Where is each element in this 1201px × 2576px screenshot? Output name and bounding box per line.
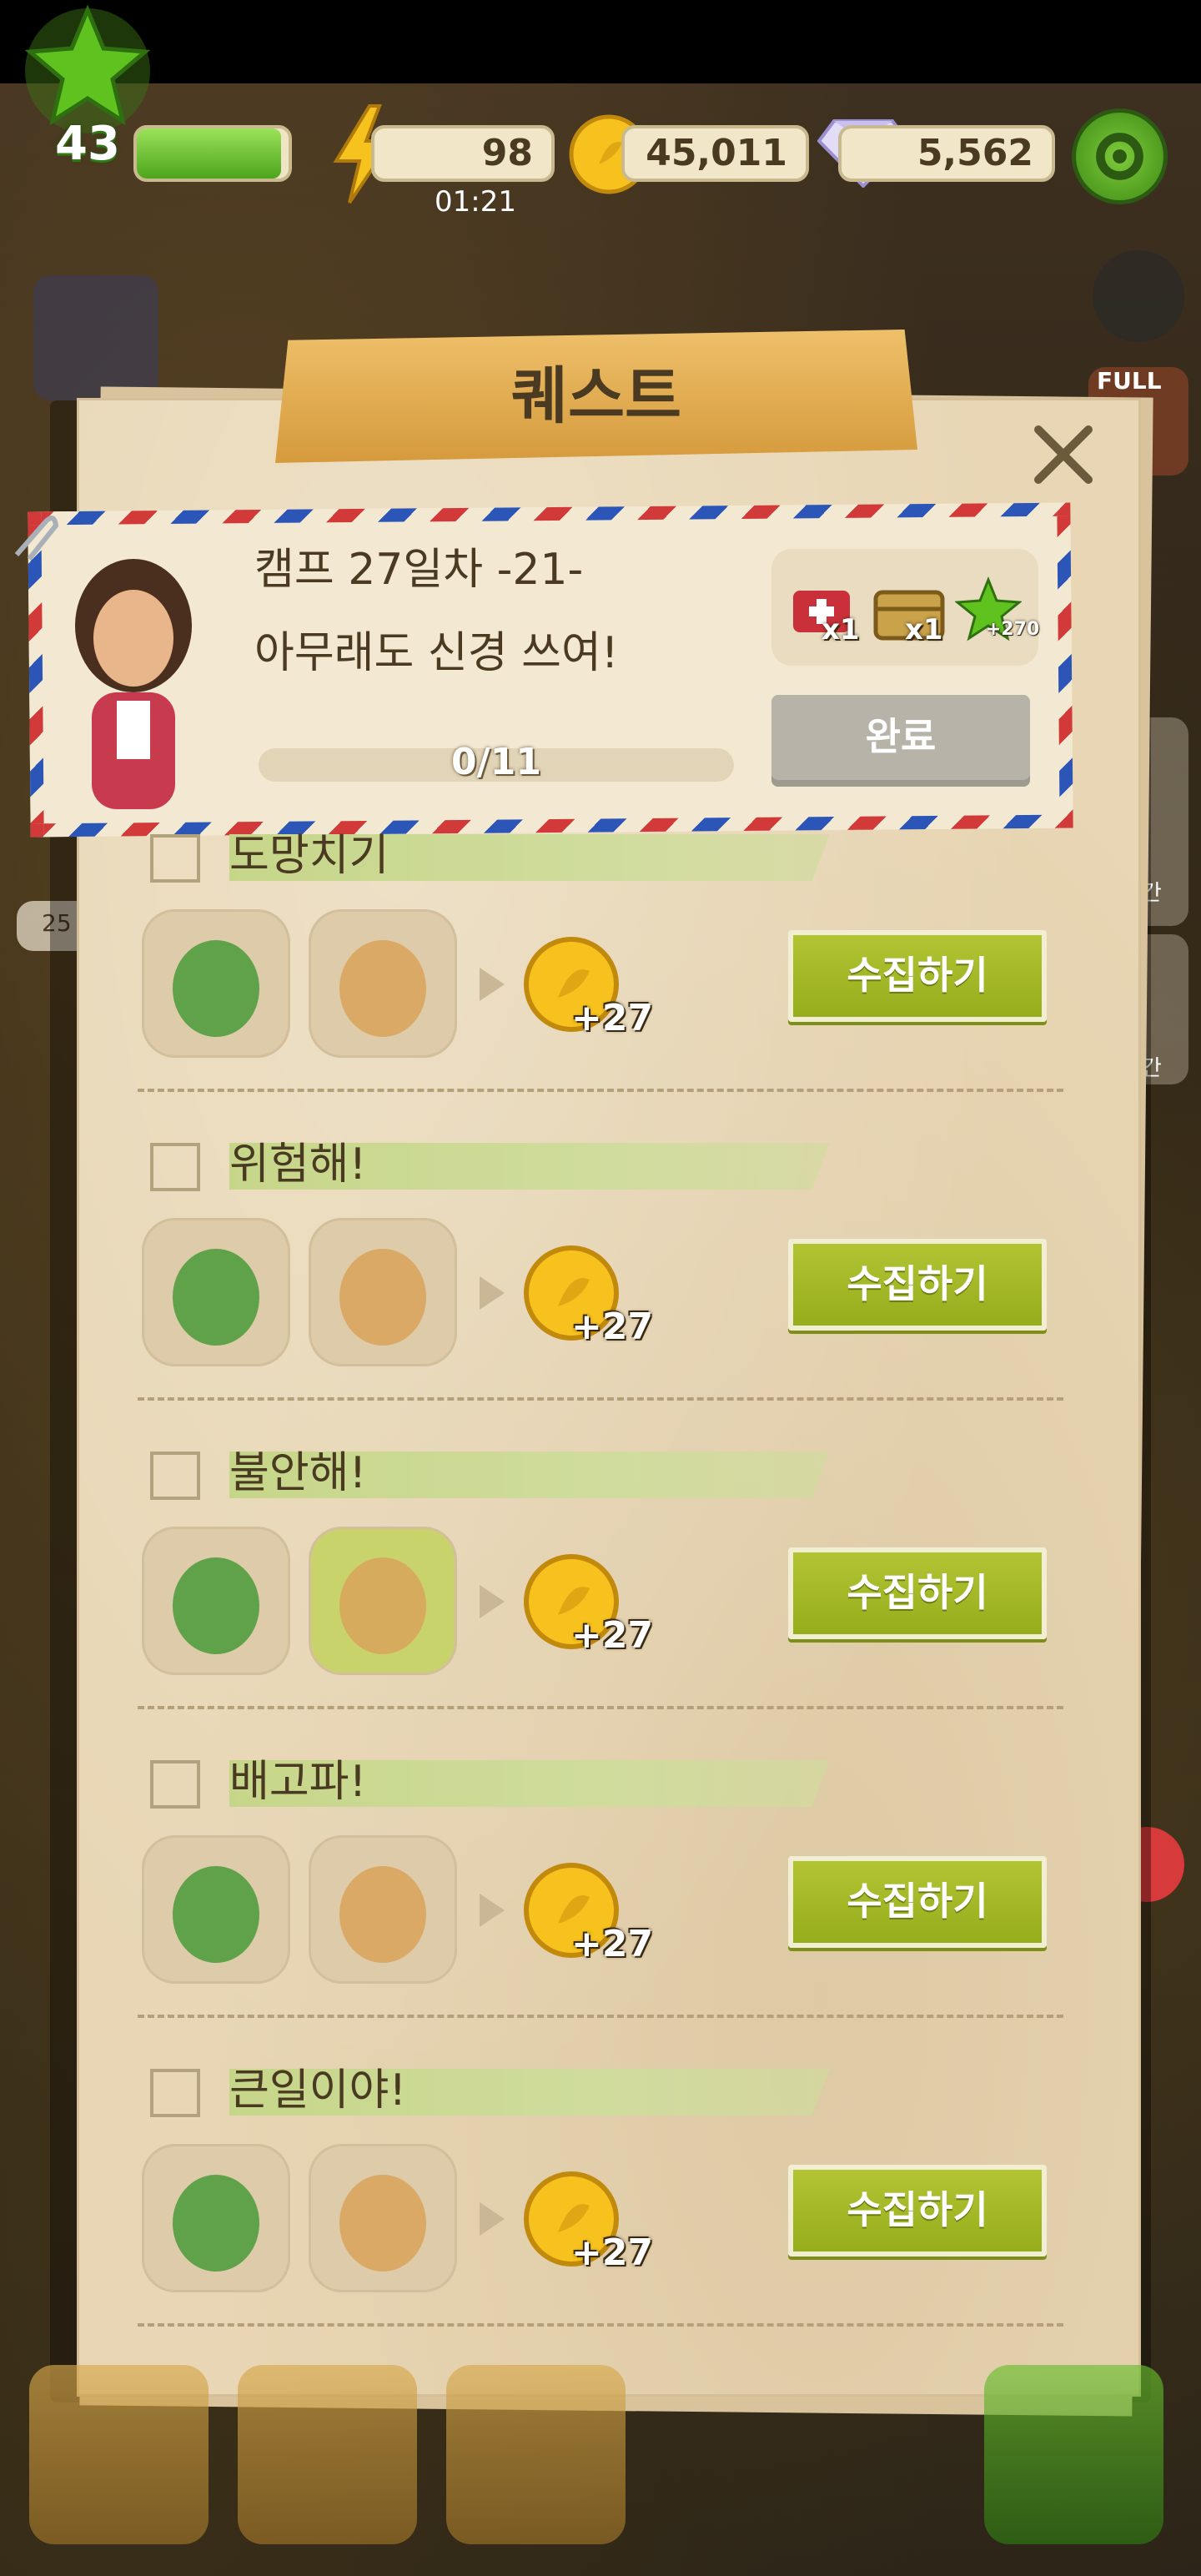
reward-3-amount: +270 xyxy=(986,619,1040,640)
mayo-jar-icon[interactable] xyxy=(309,1835,457,1984)
item-graphic xyxy=(173,2175,259,2272)
collect-button[interactable]: 수집하기 xyxy=(788,1239,1047,1331)
nav-book-button[interactable] xyxy=(446,2365,626,2544)
collect-button[interactable]: 수집하기 xyxy=(788,2165,1047,2257)
task-divider xyxy=(138,2323,1063,2327)
gear-icon xyxy=(1096,133,1143,180)
task-checkbox[interactable] xyxy=(150,834,200,883)
task-row: 도망치기 +27 수집하기 xyxy=(79,831,1138,1143)
coin-reward-amount: +27 xyxy=(571,1923,654,1965)
coin-reward-amount: +27 xyxy=(571,1306,654,1348)
energy-timer: 01:21 xyxy=(435,185,516,219)
wheelchair-icon[interactable] xyxy=(142,1218,290,1366)
nav-refresh-button[interactable] xyxy=(984,2365,1163,2544)
item-graphic xyxy=(173,1249,259,1346)
collect-button[interactable]: 수집하기 xyxy=(788,1547,1047,1639)
item-graphic xyxy=(173,1866,259,1963)
food-bowl-icon[interactable] xyxy=(142,1835,290,1984)
item-graphic xyxy=(339,1866,426,1963)
arrow-icon xyxy=(475,2198,509,2240)
complete-button[interactable]: 완료 xyxy=(771,695,1030,787)
coin-counter[interactable]: 45,011 xyxy=(621,125,809,182)
no-ads-icon[interactable] xyxy=(1093,250,1184,342)
item-graphic xyxy=(339,1249,426,1346)
arrow-icon xyxy=(475,1581,509,1623)
event-card-icon[interactable] xyxy=(33,275,158,400)
energy-counter[interactable]: 98 xyxy=(371,125,555,182)
coin-reward-amount: +27 xyxy=(571,2231,654,2274)
task-name: 큰일이야! xyxy=(229,2065,407,2116)
item-graphic xyxy=(339,940,426,1037)
task-row: 위험해! +27 수집하기 xyxy=(79,1140,1138,1452)
item-graphic xyxy=(339,1557,426,1654)
quest-title: 캠프 27일차 -21- xyxy=(254,545,584,595)
task-divider xyxy=(138,1706,1063,1709)
defibrillator-icon[interactable] xyxy=(309,2144,457,2292)
level-number: 43 xyxy=(55,117,120,171)
xp-progress-bar xyxy=(133,125,292,182)
item-graphic xyxy=(173,940,259,1037)
coconut-icon[interactable] xyxy=(309,1218,457,1366)
coin-reward-amount: +27 xyxy=(571,1614,654,1657)
green-cast-icon[interactable] xyxy=(142,909,290,1058)
close-icon[interactable] xyxy=(1026,417,1101,492)
task-name: 위험해! xyxy=(229,1140,367,1190)
xp-progress-fill xyxy=(137,128,281,179)
iv-bag-icon[interactable] xyxy=(142,2144,290,2292)
task-row: 배고파! +27 수집하기 xyxy=(79,1757,1138,2069)
collect-button[interactable]: 수집하기 xyxy=(788,1856,1047,1948)
panel-title: 퀘스트 xyxy=(510,360,682,432)
gem-counter[interactable]: 5,562 xyxy=(838,125,1055,182)
quest-progress-text: 0/11 xyxy=(451,741,541,783)
task-divider xyxy=(138,2015,1063,2018)
nav-inventory-button[interactable] xyxy=(238,2365,417,2544)
task-checkbox[interactable] xyxy=(150,1760,200,1809)
arrow-icon xyxy=(475,1272,509,1314)
item-graphic xyxy=(173,1557,259,1654)
task-name: 불안해! xyxy=(229,1448,367,1498)
coin-reward-amount: +27 xyxy=(571,997,654,1039)
item-graphic xyxy=(339,2175,426,2272)
task-row: 불안해! +27 수집하기 xyxy=(79,1448,1138,1760)
settings-gear-icon[interactable] xyxy=(1072,108,1168,204)
sprayer-bulb-icon[interactable] xyxy=(309,909,457,1058)
status-bar xyxy=(0,0,1201,83)
task-name: 배고파! xyxy=(229,1757,367,1807)
character-avatar xyxy=(75,559,192,809)
task-row: 큰일이야! +27 수집하기 xyxy=(79,2065,1138,2377)
collect-button[interactable]: 수집하기 xyxy=(788,930,1047,1022)
task-divider xyxy=(138,1397,1063,1401)
arrow-icon xyxy=(475,963,509,1005)
nav-quest-list-button[interactable] xyxy=(29,2365,209,2544)
grill-icon[interactable] xyxy=(142,1527,290,1675)
task-checkbox[interactable] xyxy=(150,2069,200,2117)
task-divider xyxy=(138,1089,1063,1092)
task-name: 도망치기 xyxy=(229,831,389,881)
full-label: FULL xyxy=(1097,367,1162,395)
reward-2-count: x1 xyxy=(905,613,943,647)
arrow-icon xyxy=(475,1889,509,1931)
reward-1-count: x1 xyxy=(822,613,860,647)
quest-subtitle: 아무래도 신경 쓰여! xyxy=(254,628,619,678)
task-checkbox[interactable] xyxy=(150,1452,200,1500)
torch-lighter-icon[interactable] xyxy=(309,1527,457,1675)
task-checkbox[interactable] xyxy=(150,1143,200,1191)
